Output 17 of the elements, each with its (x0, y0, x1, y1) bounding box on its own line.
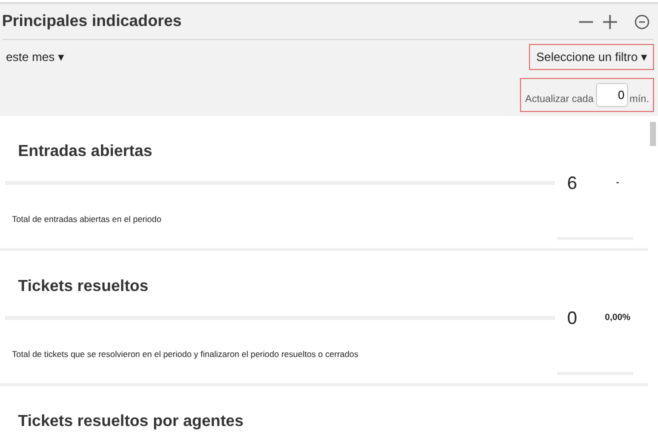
period-dropdown[interactable]: este mes ▾ (2, 48, 64, 66)
remove-icon[interactable] (634, 14, 650, 30)
refresh-label: Actualizar cada (525, 93, 594, 107)
indicator-title: Tickets resueltos (17, 277, 150, 296)
indicator-change: - (615, 176, 620, 190)
indicator-value: 6 (566, 172, 578, 195)
panel-title: Principales indicadores (2, 12, 182, 32)
plus-icon[interactable] (602, 14, 618, 30)
indicator-value: 0 (566, 306, 578, 330)
indicator-title: Tickets resueltos por agentes (17, 412, 245, 432)
indicator-description: Total de tickets que se resolvieron en el periodo y finalizaron el periodo resueltos o cerrados (12, 349, 358, 360)
indicator-change: 0,00% (604, 311, 632, 324)
indicator-description: Total de entradas abiertas en el periodo (12, 214, 162, 224)
refresh-minutes-field[interactable]: 0 (596, 83, 628, 107)
filter-dropdown[interactable]: Seleccione un filtro ▾ (529, 44, 654, 70)
indicator-title: Entradas abiertas (17, 142, 154, 162)
minutes-unit: mín. (630, 93, 649, 107)
